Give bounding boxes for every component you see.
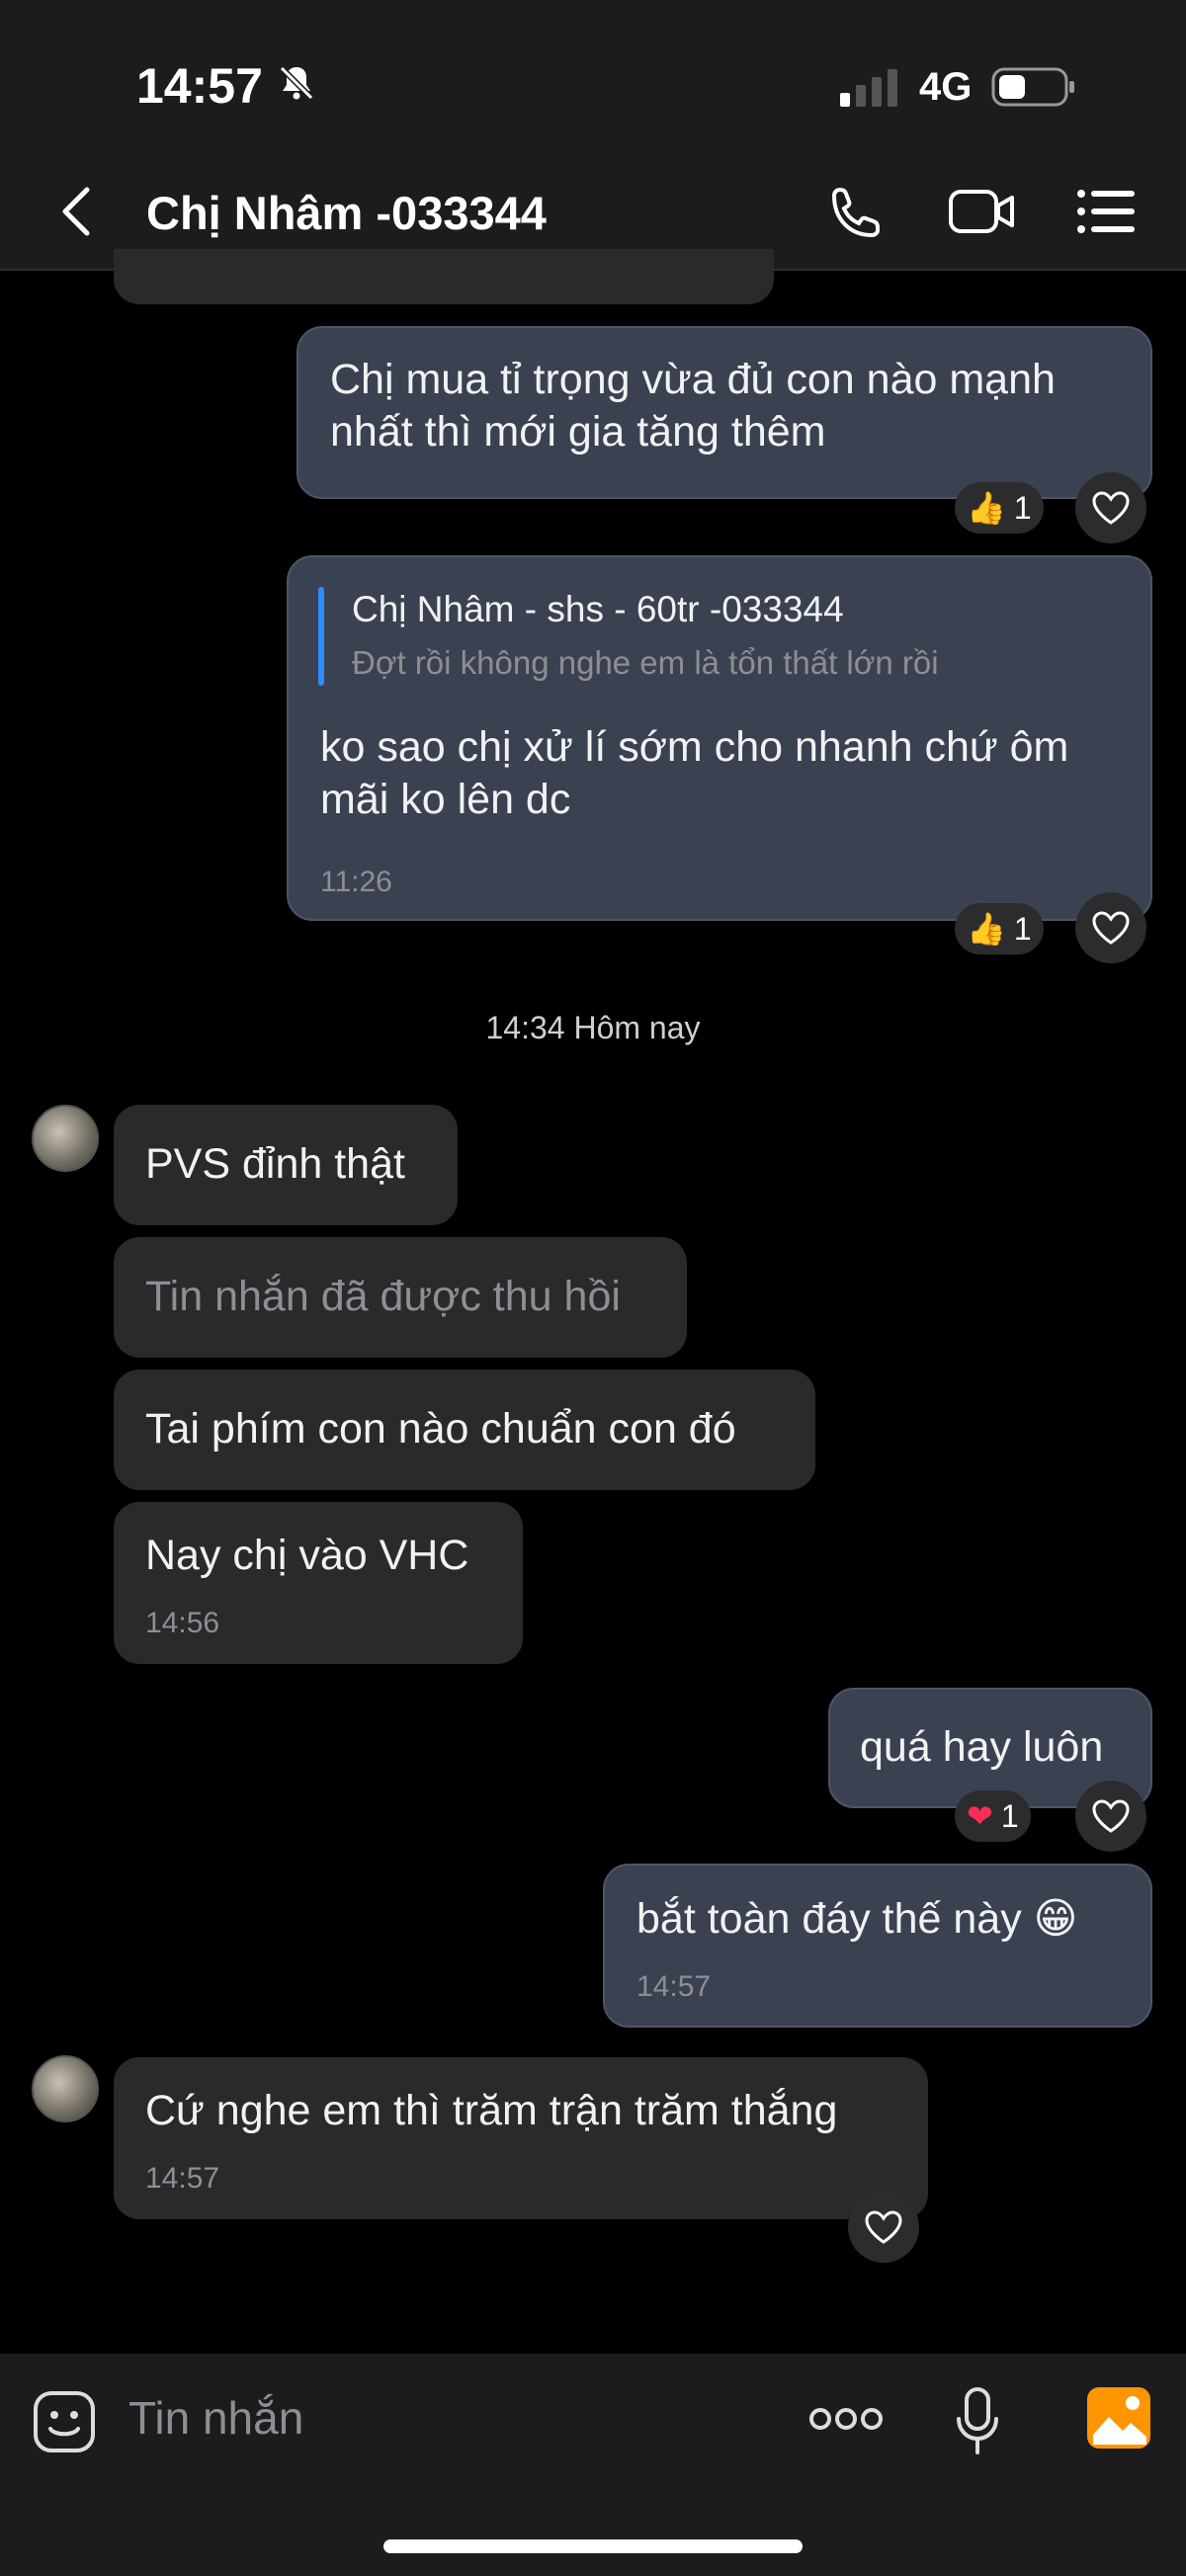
reaction-badge[interactable]: 👍 1 <box>955 903 1044 955</box>
emoji-sticker-icon[interactable] <box>32 2389 97 2454</box>
heart-icon <box>865 2210 902 2244</box>
recalled-message-bubble[interactable]: Tin nhắn đã được thu hồi <box>114 1237 687 1358</box>
message-time: 14:57 <box>145 2162 220 2195</box>
microphone-icon[interactable] <box>955 2385 1000 2456</box>
outgoing-message-bubble[interactable]: bắt toàn đáy thế này 😁 14:57 <box>603 1864 1152 2028</box>
thumbs-up-icon: 👍 <box>967 490 1006 526</box>
battery-icon <box>991 67 1074 107</box>
incoming-message-bubble[interactable]: Nay chị vào VHC 14:56 <box>114 1502 523 1664</box>
top-bar: 14:57 4G Chị Nhâm -033344 <box>0 0 1186 271</box>
react-heart-button[interactable] <box>1075 892 1146 963</box>
react-heart-button[interactable] <box>1075 472 1146 543</box>
reaction-count: 1 <box>1013 910 1032 947</box>
message-text: Nay chị vào VHC <box>145 1532 469 1579</box>
heart-icon <box>1092 1799 1130 1833</box>
menu-list-icon[interactable] <box>1075 184 1139 239</box>
contact-avatar[interactable] <box>32 2055 99 2122</box>
message-text: Cứ nghe em thì trăm trận trăm thắng <box>145 2087 838 2134</box>
message-time: 14:57 <box>636 1970 712 2003</box>
incoming-message-bubble[interactable]: Tai phím con nào chuẩn con đó <box>114 1370 815 1490</box>
incoming-message-bubble[interactable]: PVS đỉnh thật <box>114 1105 458 1225</box>
more-options-icon[interactable] <box>808 2401 884 2437</box>
date-separator: 14:34 Hôm nay <box>485 1010 701 1045</box>
heart-icon <box>1092 911 1130 945</box>
signal-icon <box>840 69 897 107</box>
chat-title[interactable]: Chị Nhâm -033344 <box>146 186 547 240</box>
message-text: bắt toàn đáy thế này 😁 <box>636 1895 1078 1943</box>
message-text: quá hay luôn <box>860 1723 1104 1771</box>
message-text: Tin nhắn đã được thu hồi <box>145 1273 621 1320</box>
mute-bell-icon <box>278 64 315 102</box>
back-chevron-icon[interactable] <box>57 184 97 239</box>
video-call-icon[interactable] <box>947 184 1018 239</box>
reaction-badge[interactable]: ❤ 1 <box>955 1790 1031 1842</box>
network-type: 4G <box>919 65 973 109</box>
quote-bar <box>318 587 324 686</box>
heart-reaction-icon: ❤ <box>967 1798 993 1834</box>
react-heart-button[interactable] <box>1075 1781 1146 1852</box>
incoming-message-bubble[interactable]: Cứ nghe em thì trăm trận trăm thắng 14:5… <box>114 2057 928 2219</box>
outgoing-message-bubble[interactable]: Chị mua tỉ trọng vừa đủ con nào mạnh nhấ… <box>296 326 1152 499</box>
quote-text: Đợt rồi không nghe em là tổn thất lớn rồ… <box>352 644 939 681</box>
previous-message-bubble[interactable] <box>114 249 774 304</box>
message-text: ko sao chị xử lí sớm cho nhanh chứ ôm mã… <box>320 723 1069 823</box>
thumbs-up-icon: 👍 <box>967 911 1006 947</box>
reaction-count: 1 <box>1000 1797 1019 1834</box>
phone-call-icon[interactable] <box>826 184 890 239</box>
message-text: PVS đỉnh thật <box>145 1140 405 1188</box>
react-heart-button[interactable] <box>848 2192 919 2263</box>
message-text: Chị mua tỉ trọng vừa đủ con nào mạnh nhấ… <box>330 356 1056 456</box>
contact-avatar[interactable] <box>32 1105 99 1172</box>
status-time: 14:57 <box>136 58 263 114</box>
message-input[interactable]: Tin nhắn <box>128 2391 303 2445</box>
heart-icon <box>1092 491 1130 525</box>
outgoing-reply-bubble[interactable]: Chị Nhâm - shs - 60tr -033344 Đợt rồi kh… <box>287 555 1152 921</box>
home-indicator <box>383 2539 803 2553</box>
reaction-badge[interactable]: 👍 1 <box>955 482 1044 534</box>
gallery-icon[interactable] <box>1085 2385 1152 2451</box>
message-time: 11:26 <box>320 866 392 898</box>
reaction-count: 1 <box>1013 489 1032 526</box>
quote-author: Chị Nhâm - shs - 60tr -033344 <box>352 589 844 629</box>
message-time: 14:56 <box>145 1607 220 1639</box>
message-text: Tai phím con nào chuẩn con đó <box>145 1405 736 1453</box>
